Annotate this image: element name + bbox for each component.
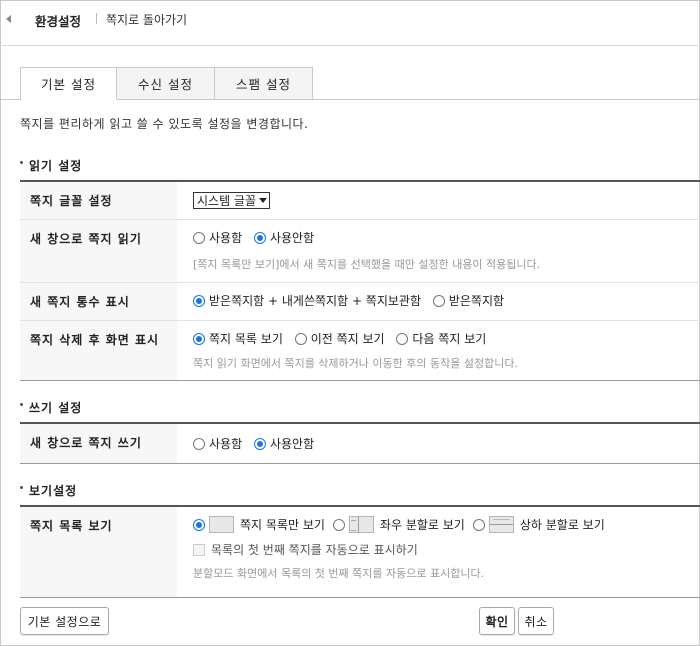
- font-label: 쪽지 글꼴 설정: [20, 182, 177, 219]
- view-left-right-radio[interactable]: 좌우 분할로 보기: [332, 516, 465, 533]
- tab-spam-settings[interactable]: 스팸 설정: [215, 67, 313, 100]
- write-section-title: 쓰기 설정: [20, 399, 82, 416]
- font-select[interactable]: 시스템 글꼴: [193, 192, 271, 209]
- write-settings-table: 새 창으로 쪽지 쓰기 사용함 사용안함: [20, 422, 700, 464]
- count-inbox-radio[interactable]: 받은쪽지함: [432, 292, 504, 309]
- read-section-title: 읽기 설정: [20, 157, 82, 174]
- after-delete-next-radio[interactable]: 다음 쪽지 보기: [396, 330, 486, 347]
- view-list-only-radio[interactable]: 쪽지 목록만 보기: [193, 516, 325, 533]
- view-section-title: 보기설정: [20, 482, 77, 499]
- top-bottom-split-icon: [488, 516, 514, 533]
- title-divider: [96, 13, 97, 24]
- new-window-write-label: 새 창으로 쪽지 쓰기: [20, 424, 177, 463]
- font-row: 쪽지 글꼴 설정 시스템 글꼴: [20, 182, 700, 220]
- count-display-label: 새 쪽지 통수 표시: [20, 283, 177, 320]
- auto-show-first-checkbox[interactable]: [193, 543, 205, 556]
- tab-basic-settings[interactable]: 기본 설정: [20, 67, 117, 100]
- new-window-read-label: 새 창으로 쪽지 읽기: [20, 220, 177, 282]
- collapse-arrow-icon[interactable]: [6, 15, 11, 23]
- after-delete-label: 쪽지 삭제 후 화면 표시: [20, 321, 177, 380]
- new-window-write-on-radio[interactable]: 사용함: [193, 435, 242, 452]
- new-window-read-row: 새 창으로 쪽지 읽기 사용함 사용안함 [쪽지 목록만 보기]에서 새 쪽지를…: [20, 220, 700, 283]
- list-view-hint: 분할모드 화면에서 목록의 첫 번째 쪽지를 자동으로 표시합니다.: [193, 567, 485, 580]
- back-to-notes-link[interactable]: 쪽지로 돌아가기: [106, 11, 187, 28]
- top-bar: 환경설정 쪽지로 돌아가기: [0, 0, 700, 46]
- new-window-read-on-radio[interactable]: 사용함: [193, 229, 242, 246]
- page-title: 환경설정: [35, 14, 82, 29]
- cancel-button[interactable]: 취소: [518, 607, 554, 635]
- after-delete-list-radio[interactable]: 쪽지 목록 보기: [193, 330, 283, 347]
- after-delete-row: 쪽지 삭제 후 화면 표시 쪽지 목록 보기 이전 쪽지 보기 다음 쪽지 보기…: [20, 321, 700, 381]
- left-right-split-icon: [348, 516, 374, 533]
- tab-receive-settings[interactable]: 수신 설정: [117, 67, 215, 100]
- page-description: 쪽지를 편리하게 읽고 쓸 수 있도록 설정을 변경합니다.: [20, 117, 309, 131]
- after-delete-hint: 쪽지 읽기 화면에서 쪽지를 삭제하거나 이동한 후의 동작을 설정합니다.: [193, 356, 518, 370]
- read-settings-table: 쪽지 글꼴 설정 시스템 글꼴 새 창으로 쪽지 읽기 사용함 사용안함 [쪽지…: [20, 180, 700, 381]
- count-display-row: 새 쪽지 통수 표시 받은쪽지함 + 내게쓴쪽지함 + 쪽지보관함 받은쪽지함: [20, 283, 700, 321]
- list-view-row: 쪽지 목록 보기 쪽지 목록만 보기 좌우 분할로 보기 상하 분할로 보기 목…: [20, 507, 700, 598]
- new-window-read-hint: [쪽지 목록만 보기]에서 새 쪽지를 선택했을 때만 설정한 내용이 적용됩니…: [193, 257, 541, 271]
- chevron-down-icon: [259, 198, 268, 203]
- new-window-read-off-radio[interactable]: 사용안함: [253, 229, 314, 246]
- new-window-write-off-radio[interactable]: 사용안함: [253, 435, 314, 452]
- after-delete-prev-radio[interactable]: 이전 쪽지 보기: [294, 330, 385, 347]
- count-all-radio[interactable]: 받은쪽지함 + 내게쓴쪽지함 + 쪽지보관함: [193, 292, 421, 309]
- list-view-label: 쪽지 목록 보기: [20, 507, 177, 597]
- view-top-bottom-radio[interactable]: 상하 분할로 보기: [472, 516, 605, 533]
- view-settings-table: 쪽지 목록 보기 쪽지 목록만 보기 좌우 분할로 보기 상하 분할로 보기 목…: [20, 505, 700, 598]
- new-window-write-row: 새 창으로 쪽지 쓰기 사용함 사용안함: [20, 424, 700, 464]
- settings-tabs: 기본 설정 수신 설정 스팸 설정: [20, 67, 313, 100]
- list-only-layout-icon: [209, 516, 234, 533]
- reset-defaults-button[interactable]: 기본 설정으로: [20, 607, 109, 635]
- confirm-button[interactable]: 확인: [479, 607, 515, 635]
- auto-show-first-label: 목록의 첫 번째 쪽지를 자동으로 표시하기: [211, 543, 418, 557]
